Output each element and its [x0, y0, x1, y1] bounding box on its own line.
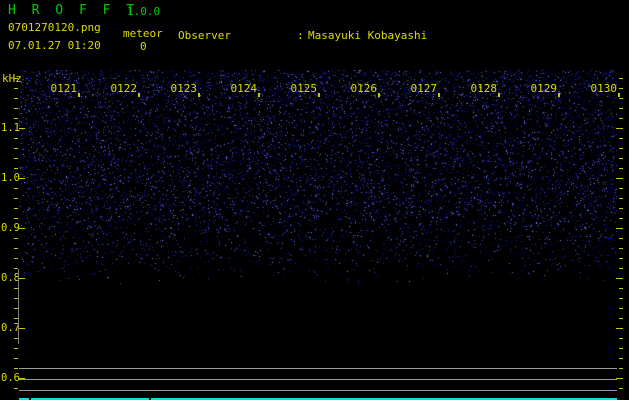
info-row-observer: Observer: Masayuki Kobayashi — [178, 29, 619, 42]
y-minor-tick-right — [619, 218, 623, 219]
y-minor-tick-right — [619, 238, 623, 239]
x-minute-tick — [378, 93, 380, 97]
y-major-tick-right — [616, 378, 623, 379]
y-tick-label: 1.1 — [1, 122, 20, 134]
y-major-tick-right — [616, 278, 623, 279]
output-filename: 0701270120.png — [8, 21, 101, 34]
x-minute-tick — [618, 93, 620, 97]
x-minute-tick — [558, 93, 560, 97]
y-minor-tick-right — [619, 288, 623, 289]
x-tick-label: 0130 — [590, 82, 618, 95]
y-minor-tick-left — [14, 368, 18, 369]
y-minor-tick-right — [619, 118, 623, 119]
y-minor-tick-right — [619, 188, 623, 189]
y-minor-tick-right — [619, 88, 623, 89]
x-minute-tick — [438, 93, 440, 97]
info-label: Observer — [178, 29, 231, 42]
observation-mode: meteor — [123, 27, 163, 40]
y-major-tick-left — [19, 278, 25, 279]
meteor-echo-count: 0 — [140, 40, 147, 53]
y-minor-tick-right — [619, 198, 623, 199]
hrofft-output-window: H R O F F T 1.0.0 0701270120.png meteor … — [0, 0, 629, 400]
y-minor-tick-right — [619, 338, 623, 339]
y-minor-tick-right — [619, 98, 623, 99]
level-panel-gridline — [19, 368, 617, 369]
x-minute-tick — [138, 93, 140, 97]
y-minor-tick-left — [14, 108, 18, 109]
y-minor-tick-left — [14, 258, 18, 259]
y-minor-tick-left — [14, 78, 18, 79]
y-minor-tick-left — [14, 348, 18, 349]
y-minor-tick-right — [619, 138, 623, 139]
x-tick-label: 0123 — [170, 82, 198, 95]
x-minute-tick — [318, 93, 320, 97]
y-minor-tick-right — [619, 208, 623, 209]
x-tick-label: 0128 — [470, 82, 498, 95]
app-version: 1.0.0 — [127, 5, 161, 18]
y-minor-tick-right — [619, 78, 623, 79]
y-tick-label: 1.0 — [1, 172, 20, 184]
y-minor-tick-left — [14, 238, 18, 239]
plot-left-border — [18, 269, 19, 344]
y-minor-tick-right — [619, 298, 623, 299]
y-major-tick-right — [616, 228, 623, 229]
x-minute-tick — [78, 93, 80, 97]
y-minor-tick-left — [14, 248, 18, 249]
y-minor-tick-left — [14, 148, 18, 149]
x-tick-label: 0127 — [410, 82, 438, 95]
x-tick-label: 0122 — [110, 82, 138, 95]
y-minor-tick-right — [619, 168, 623, 169]
y-minor-tick-right — [619, 368, 623, 369]
y-major-tick-left — [19, 178, 25, 179]
level-panel-gridline — [19, 390, 617, 391]
info-separator: : — [297, 29, 304, 42]
x-tick-label: 0126 — [350, 82, 378, 95]
y-minor-tick-right — [619, 258, 623, 259]
y-minor-tick-left — [14, 88, 18, 89]
y-major-tick-left — [19, 228, 25, 229]
info-value: Masayuki Kobayashi — [308, 29, 428, 42]
y-axis-unit-label: kHz — [2, 72, 22, 85]
x-tick-label: 0124 — [230, 82, 258, 95]
x-tick-label: 0129 — [530, 82, 558, 95]
y-minor-tick-left — [14, 218, 18, 219]
y-minor-tick-right — [619, 148, 623, 149]
y-minor-tick-left — [14, 158, 18, 159]
y-minor-tick-left — [14, 188, 18, 189]
y-minor-tick-left — [14, 168, 18, 169]
y-minor-tick-left — [14, 198, 18, 199]
y-tick-label: 0.9 — [1, 222, 20, 234]
y-minor-tick-left — [14, 118, 18, 119]
y-minor-tick-left — [14, 388, 18, 389]
x-tick-label: 0121 — [50, 82, 78, 95]
y-minor-tick-left — [14, 208, 18, 209]
frame-timestamp: 07.01.27 01:20 — [8, 39, 101, 52]
x-minute-tick — [258, 93, 260, 97]
x-minute-tick — [498, 93, 500, 97]
y-major-tick-right — [616, 328, 623, 329]
y-major-tick-left — [19, 328, 25, 329]
y-minor-tick-right — [619, 358, 623, 359]
x-minute-tick — [198, 93, 200, 97]
y-minor-tick-right — [619, 348, 623, 349]
y-minor-tick-left — [14, 98, 18, 99]
y-minor-tick-right — [619, 388, 623, 389]
y-minor-tick-right — [619, 108, 623, 109]
spectrogram-noise-canvas — [19, 70, 617, 400]
level-panel-gridline — [19, 379, 617, 380]
y-major-tick-right — [616, 178, 623, 179]
y-major-tick-left — [19, 128, 25, 129]
y-minor-tick-left — [14, 138, 18, 139]
app-title: H R O F F T — [8, 3, 139, 18]
y-minor-tick-right — [619, 158, 623, 159]
y-minor-tick-right — [619, 248, 623, 249]
y-minor-tick-left — [14, 358, 18, 359]
y-tick-label: 0.6 — [1, 372, 20, 384]
y-minor-tick-right — [619, 308, 623, 309]
y-minor-tick-right — [619, 318, 623, 319]
x-tick-label: 0125 — [290, 82, 318, 95]
y-minor-tick-right — [619, 268, 623, 269]
y-major-tick-right — [616, 128, 623, 129]
